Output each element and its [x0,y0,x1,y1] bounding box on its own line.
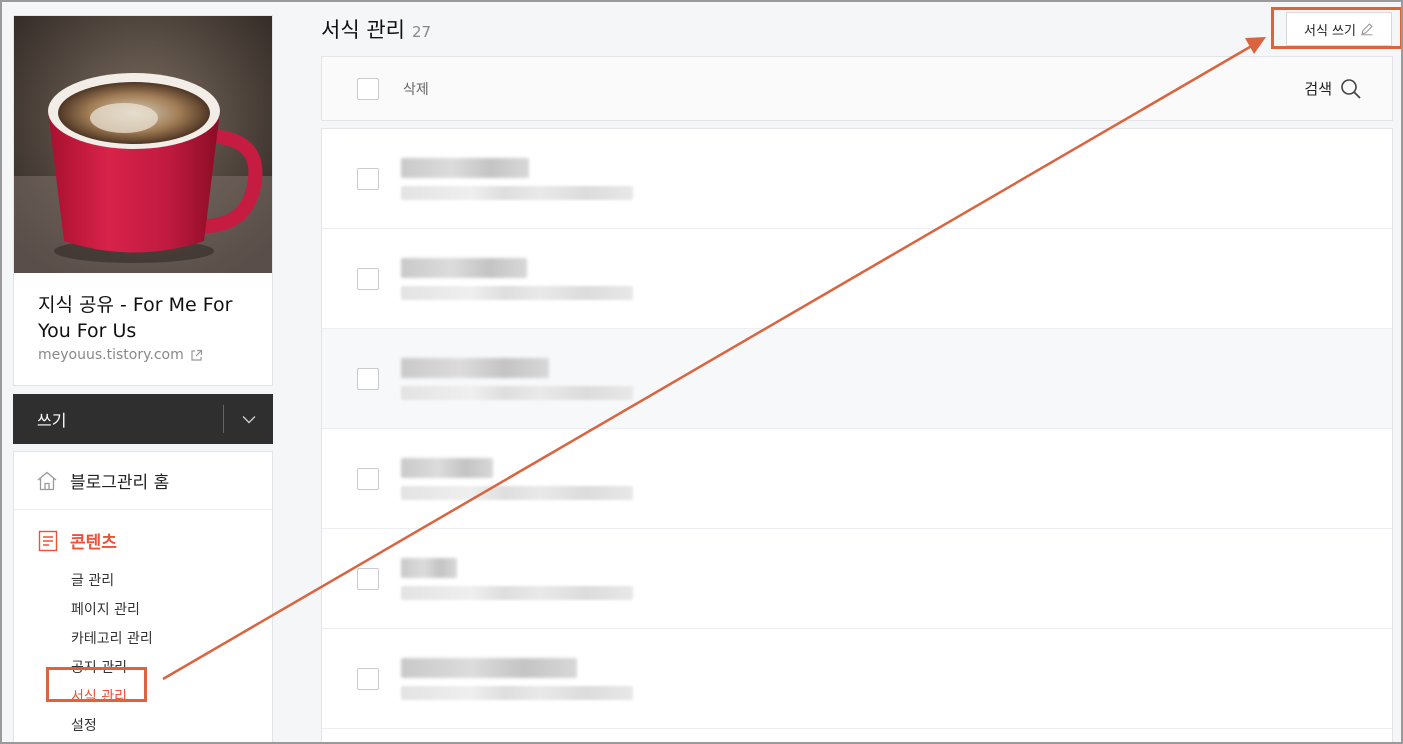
blog-url-text[interactable]: meyouus.tistory.com [38,347,184,363]
write-bar: 쓰기 [13,394,273,444]
template-meta-redacted [401,285,633,300]
document-icon [38,530,58,551]
template-row[interactable] [322,229,1392,329]
page-title: 서식 관리 [321,18,405,42]
submenu-item-posts[interactable]: 글 관리 [71,567,272,596]
delete-button[interactable]: 삭제 [403,79,429,99]
template-meta-redacted [401,185,633,200]
template-meta-redacted [401,485,633,500]
list-toolbar: 삭제 검색 [321,56,1393,121]
template-meta-redacted [401,685,633,700]
template-count: 27 [411,23,432,41]
template-meta-redacted [401,585,633,600]
row-checkbox[interactable] [357,167,379,190]
submenu-item-categories[interactable]: 카테고리 관리 [71,625,272,654]
template-row[interactable] [322,429,1392,529]
template-title-redacted[interactable] [401,457,493,478]
sidebar-item-home[interactable]: 블로그관리 홈 [14,452,272,510]
home-icon [37,471,57,490]
submenu-item-settings[interactable]: 설정 [71,712,272,741]
template-row[interactable] [322,129,1392,229]
template-row[interactable] [322,329,1392,429]
write-options-toggle[interactable] [224,394,273,444]
row-content [401,157,633,200]
row-checkbox[interactable] [357,367,379,390]
row-content [401,457,633,500]
sidebar-item-contents[interactable]: 콘텐츠 [14,528,272,553]
template-title-redacted[interactable] [401,657,577,678]
template-row[interactable] [322,529,1392,629]
row-checkbox[interactable] [357,567,379,590]
template-title-redacted[interactable] [401,357,549,378]
template-title-redacted[interactable] [401,157,529,178]
row-content [401,257,633,300]
search-icon [1341,78,1361,99]
row-checkbox[interactable] [357,667,379,690]
write-button[interactable]: 쓰기 [13,407,223,431]
sidebar-item-home-label: 블로그관리 홈 [70,473,170,493]
search-button[interactable]: 검색 [1304,78,1362,100]
blog-title[interactable]: 지식 공유 - For Me For You For Us [38,292,258,344]
row-content [401,357,633,400]
template-title-redacted[interactable] [401,557,457,578]
page-header: 서식 관리 27 [321,14,431,44]
blog-profile-image [14,16,272,273]
template-list [321,128,1393,744]
coffee-cup-illustration [14,16,272,273]
template-title-redacted[interactable] [401,257,527,278]
blog-profile-card: 지식 공유 - For Me For You For Us meyouus.ti… [13,15,273,386]
sidebar-item-contents-label: 콘텐츠 [70,533,117,553]
select-all-checkbox[interactable] [357,77,379,100]
template-meta-redacted [401,385,633,400]
annotation-highlight-templates [46,667,147,702]
external-link-icon[interactable] [190,349,203,362]
row-checkbox[interactable] [357,467,379,490]
annotation-highlight-new-template [1271,7,1403,49]
row-content [401,557,633,600]
search-label: 검색 [1304,80,1332,98]
blog-url-link[interactable]: meyouus.tistory.com [38,347,203,363]
submenu-item-pages[interactable]: 페이지 관리 [71,596,272,625]
row-content [401,657,633,700]
contents-submenu: 글 관리 페이지 관리 카테고리 관리 공지 관리 서식 관리 설정 [14,567,272,741]
row-checkbox[interactable] [357,267,379,290]
template-row[interactable] [322,629,1392,729]
chevron-down-icon [242,415,255,423]
